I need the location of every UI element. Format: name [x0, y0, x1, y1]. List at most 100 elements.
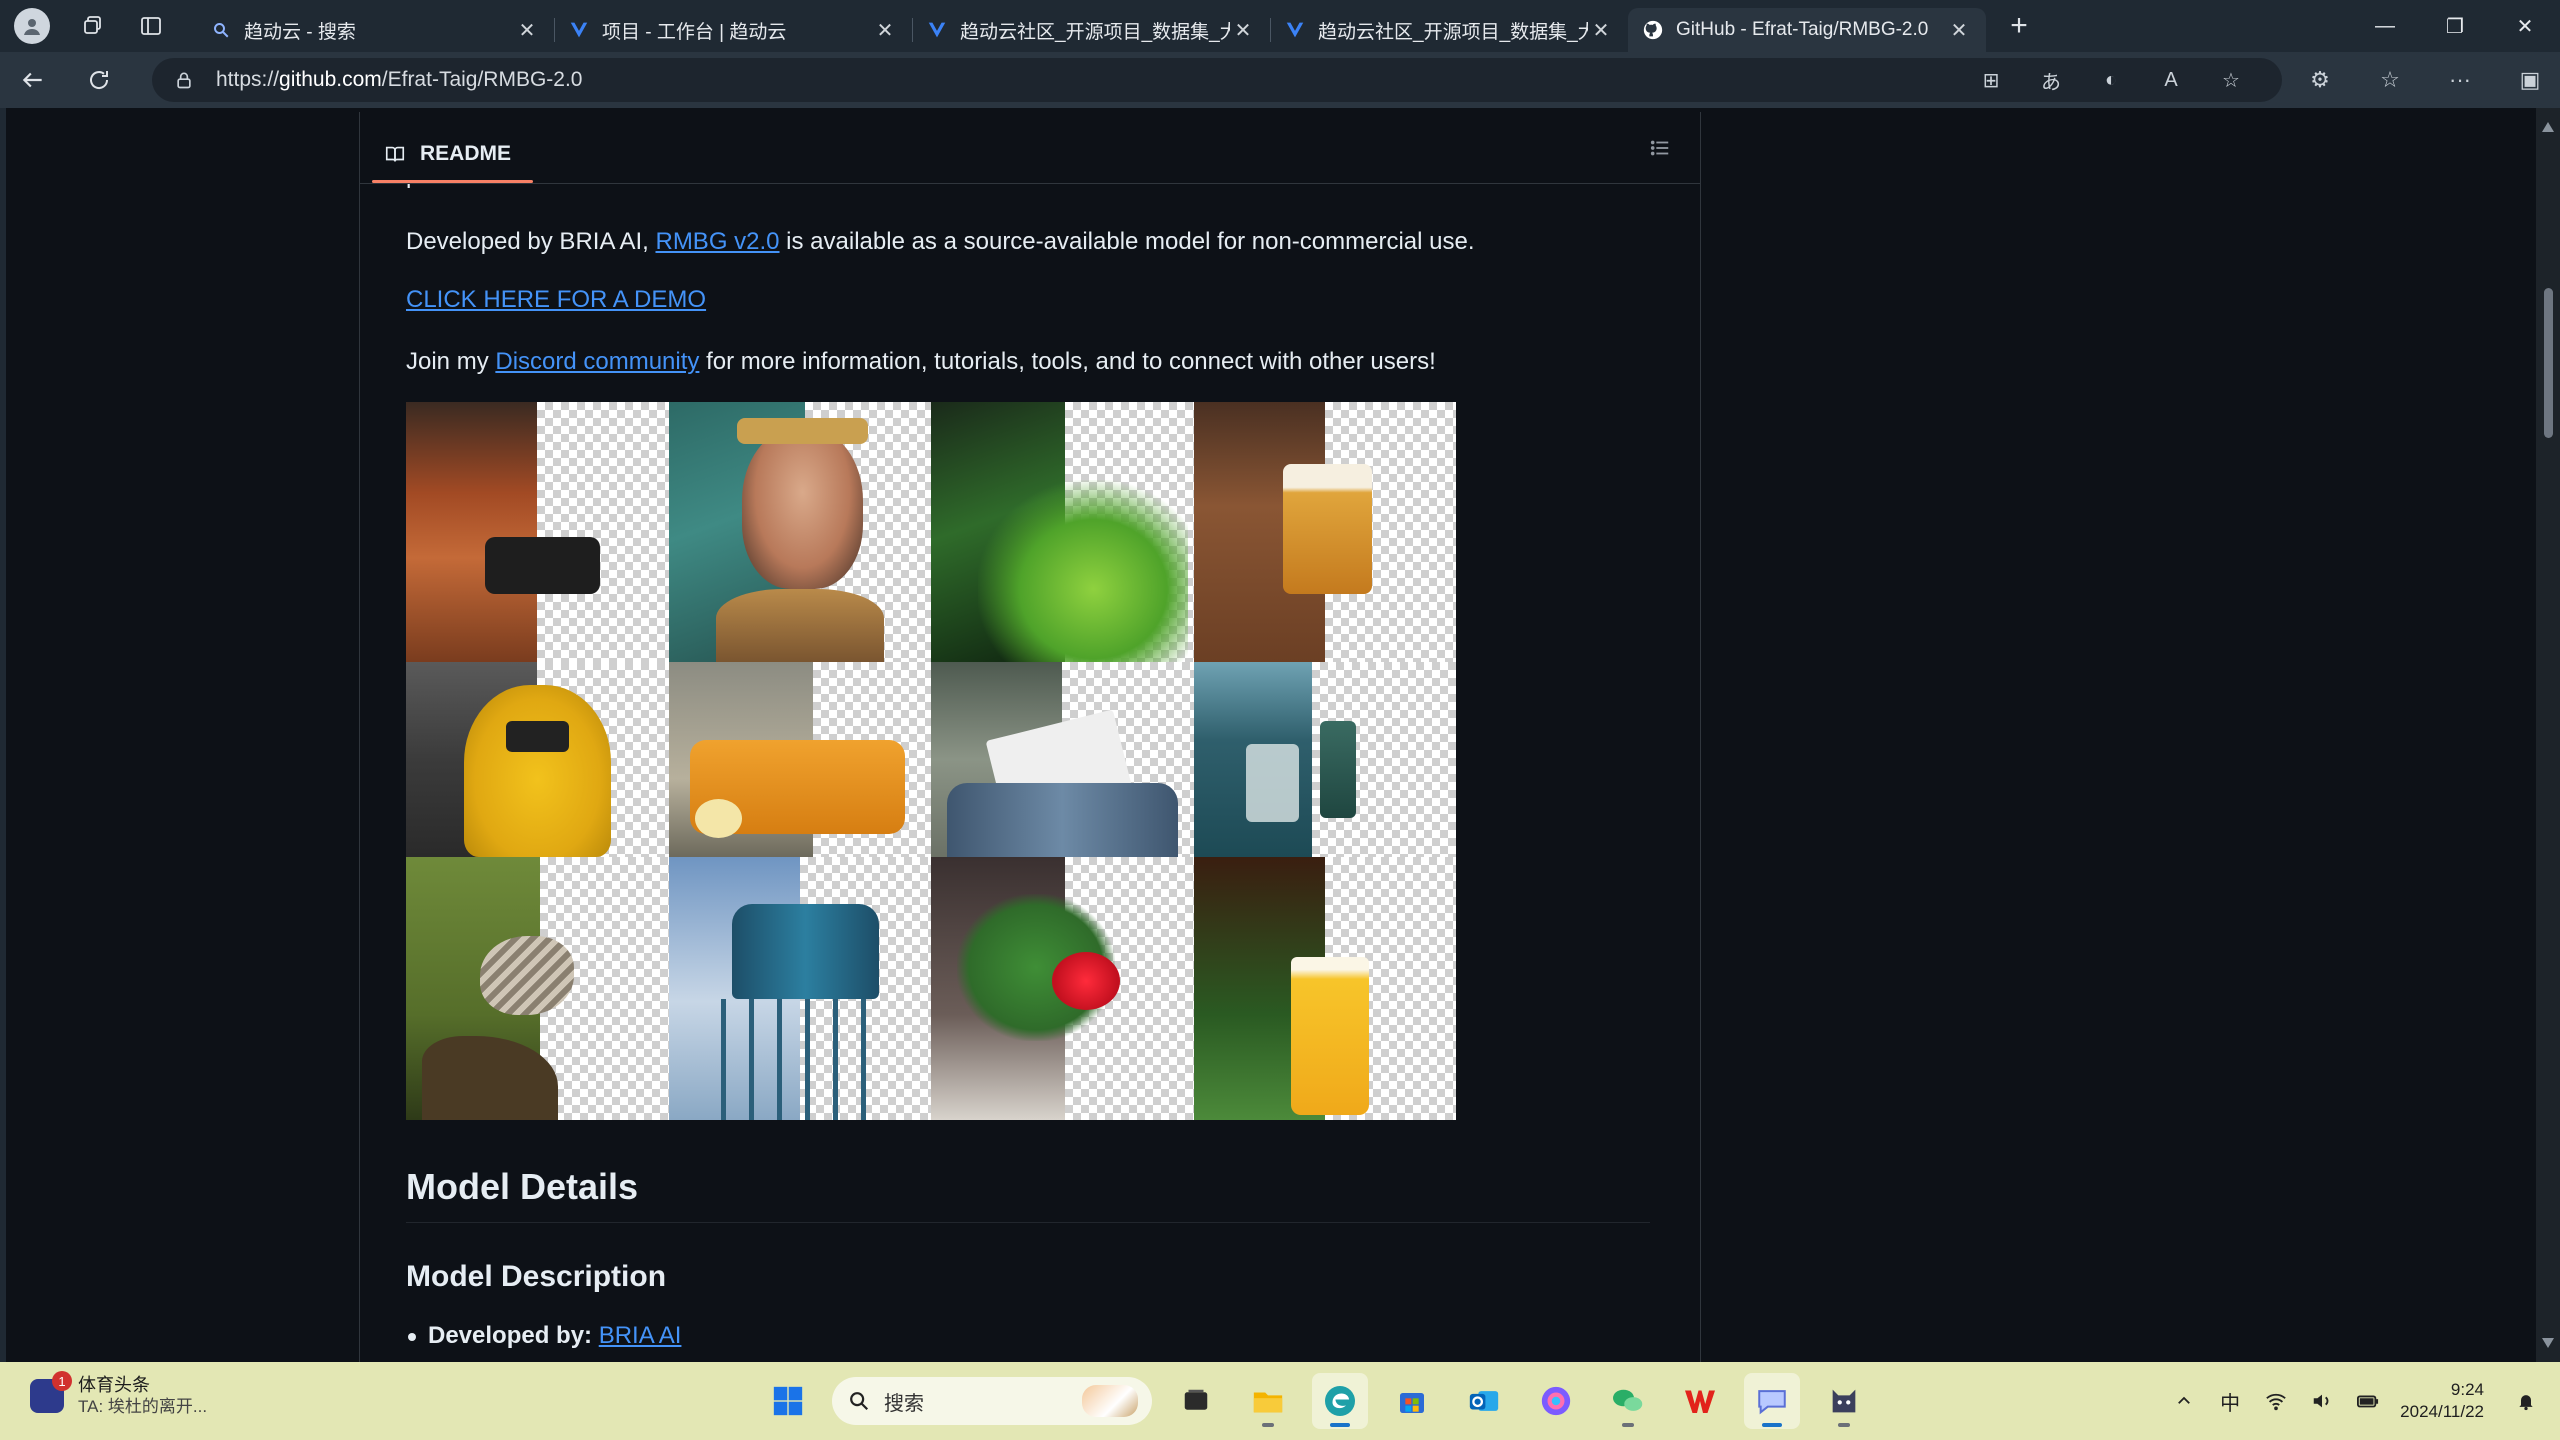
- read-aloud-icon[interactable]: A: [2154, 63, 2188, 97]
- url-tools: ⊞ あ ◐ A ☆: [1974, 58, 2248, 102]
- scroll-up-arrow-icon[interactable]: [2542, 122, 2554, 132]
- microsoft-store-button[interactable]: [1384, 1373, 1440, 1429]
- volume-icon[interactable]: [2308, 1387, 2336, 1415]
- list-item-label: Developed by:: [428, 1322, 593, 1349]
- scroll-down-arrow-icon[interactable]: [2542, 1338, 2554, 1348]
- readme-tab-label: README: [420, 142, 512, 165]
- close-window-icon[interactable]: ✕: [2490, 0, 2560, 52]
- close-tab-icon[interactable]: ✕: [872, 17, 898, 43]
- example-beer-glass: [1193, 857, 1456, 1120]
- url-field[interactable]: https://github.com/Efrat-Taig/RMBG-2.0 ⊞…: [152, 58, 2282, 102]
- demo-link[interactable]: CLICK HERE FOR A DEMO: [406, 286, 706, 314]
- workspaces-icon[interactable]: [78, 11, 108, 41]
- browser-toolbar: ⚙ ☆ ··· ▣: [2300, 52, 2550, 108]
- notification-badge: 1: [52, 1371, 72, 1391]
- tab-title: 趋动云社区_开源项目_数据集_大模: [960, 21, 1230, 43]
- book-icon: [385, 146, 405, 162]
- tab-github-rmbg[interactable]: GitHub - Efrat-Taig/RMBG-2.0 ✕: [1628, 8, 1986, 52]
- discord-community-link[interactable]: Discord community: [495, 348, 699, 375]
- favorite-star-icon[interactable]: ☆: [2214, 63, 2248, 97]
- background-removal-examples-image: [406, 402, 1456, 1120]
- example-sofa-person: [668, 662, 931, 857]
- taskbar-search[interactable]: 搜索: [832, 1377, 1152, 1425]
- new-tab-button[interactable]: +: [1994, 4, 2044, 48]
- news-subtitle: TA: 埃杜的离开...: [78, 1397, 208, 1416]
- news-icon-wrap: 1: [30, 1371, 72, 1413]
- heading-divider: [406, 1222, 1650, 1223]
- translate-icon[interactable]: あ: [2034, 63, 2068, 97]
- ime-indicator[interactable]: 中: [2216, 1387, 2244, 1415]
- example-reading-book: [931, 662, 1194, 857]
- search-highlight-image: [1082, 1385, 1138, 1417]
- favorites-icon[interactable]: ☆: [2370, 60, 2410, 100]
- outlook-button[interactable]: [1456, 1373, 1512, 1429]
- chat-app-button[interactable]: [1744, 1373, 1800, 1429]
- tab-community-2[interactable]: 趋动云社区_开源项目_数据集_大模 ✕: [1270, 8, 1628, 52]
- readme-tab[interactable]: README: [372, 126, 534, 183]
- wps-button[interactable]: [1672, 1373, 1728, 1429]
- edge-refresh-icon[interactable]: ◐: [2094, 63, 2128, 97]
- taskbar-apps: 搜索: [760, 1371, 1872, 1431]
- model-details-heading: Model Details: [406, 1166, 639, 1207]
- tab-community-1[interactable]: 趋动云社区_开源项目_数据集_大模 ✕: [912, 8, 1270, 52]
- close-tab-icon[interactable]: ✕: [1588, 17, 1614, 43]
- task-view-button[interactable]: [1168, 1373, 1224, 1429]
- url-text: https://github.com/Efrat-Taig/RMBG-2.0: [216, 68, 583, 91]
- example-beer-mug: [1193, 402, 1456, 662]
- paragraph-text: Developed by BRIA AI,: [406, 228, 656, 255]
- news-text: 体育头条 TA: 埃杜的离开...: [78, 1374, 207, 1418]
- tab-title: 趋动云 - 搜索: [244, 21, 356, 43]
- list-icon: [1650, 140, 1669, 156]
- more-menu-icon[interactable]: ···: [2440, 60, 2480, 100]
- battery-icon[interactable]: [2354, 1387, 2382, 1415]
- virtaicloud-icon: [926, 19, 948, 41]
- page-scrollbar[interactable]: [2536, 108, 2560, 1362]
- browser-tab-strip: 趋动云 - 搜索 ✕ 项目 - 工作台 | 趋动云 ✕ 趋动云社区_开源项目_数…: [0, 0, 2560, 52]
- rmbg-v2-link[interactable]: RMBG v2.0: [655, 228, 779, 255]
- start-button[interactable]: [760, 1373, 816, 1429]
- show-hidden-icons-chevron-icon[interactable]: [2170, 1387, 2198, 1415]
- minimize-icon[interactable]: —: [2350, 0, 2420, 52]
- system-clock[interactable]: 9:24 2024/11/22: [2400, 1379, 2484, 1423]
- copilot-button[interactable]: [1528, 1373, 1584, 1429]
- outline-button[interactable]: [1642, 130, 1678, 166]
- refresh-icon: [90, 71, 109, 89]
- bria-ai-link[interactable]: BRIA AI: [599, 1322, 682, 1349]
- news-widget[interactable]: 1 体育头条 TA: 埃杜的离开...: [30, 1371, 207, 1418]
- back-button[interactable]: [0, 52, 66, 108]
- sidebar-toggle-icon[interactable]: ▣: [2510, 60, 2550, 100]
- notification-bell-icon[interactable]: [2512, 1387, 2540, 1415]
- extensions-icon[interactable]: ⚙: [2300, 60, 2340, 100]
- restore-icon[interactable]: ❐: [2420, 0, 2490, 52]
- app-available-icon[interactable]: ⊞: [1974, 63, 2008, 97]
- cat-app-button[interactable]: [1816, 1373, 1872, 1429]
- wechat-button[interactable]: [1600, 1373, 1656, 1429]
- close-tab-icon[interactable]: ✕: [1946, 17, 1972, 43]
- clock-time: 9:24: [2450, 1380, 2484, 1399]
- virtaicloud-icon: [568, 19, 590, 41]
- tab-title: 项目 - 工作台 | 趋动云: [602, 21, 787, 43]
- close-tab-icon[interactable]: ✕: [514, 17, 540, 43]
- refresh-button[interactable]: [66, 52, 132, 108]
- tab-workbench[interactable]: 项目 - 工作台 | 趋动云 ✕: [554, 8, 912, 52]
- task-view-icon: [1184, 1389, 1208, 1410]
- lock-icon: [177, 72, 191, 89]
- vertical-tabs-icon[interactable]: [136, 11, 166, 41]
- profile-avatar-icon[interactable]: [14, 8, 50, 44]
- outlook-icon: [1469, 1391, 1499, 1411]
- window-controls: — ❐ ✕: [2350, 0, 2560, 52]
- system-tray: 中 9:24 2024/11/22: [2170, 1362, 2540, 1440]
- address-bar-row: https://github.com/Efrat-Taig/RMBG-2.0 ⊞…: [0, 52, 2560, 108]
- edge-button[interactable]: [1312, 1373, 1368, 1429]
- scrollbar-thumb[interactable]: [2544, 288, 2553, 438]
- example-photographer: [406, 662, 669, 857]
- windows-taskbar: 1 体育头条 TA: 埃杜的离开... 搜索 中 9:24 2024/11/22: [0, 1362, 2560, 1440]
- wechat-icon: [1613, 1389, 1643, 1411]
- tab-search[interactable]: 趋动云 - 搜索 ✕: [196, 8, 554, 52]
- file-explorer-button[interactable]: [1240, 1373, 1296, 1429]
- folder-icon: [1253, 1392, 1283, 1413]
- example-jeep: [406, 402, 669, 662]
- wifi-icon[interactable]: [2262, 1387, 2290, 1415]
- developed-by-list-item: Developed by: BRIA AI: [407, 1322, 682, 1350]
- close-tab-icon[interactable]: ✕: [1230, 17, 1256, 43]
